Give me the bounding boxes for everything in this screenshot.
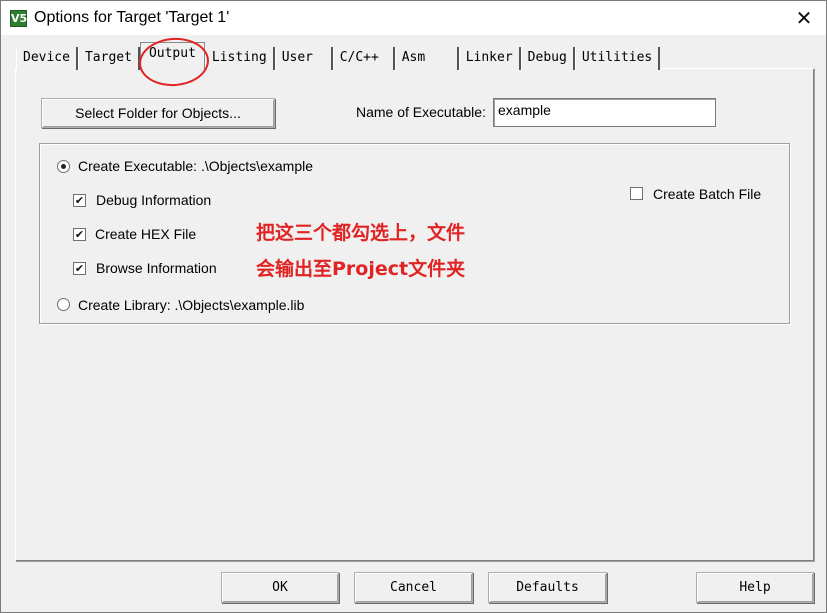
tab-output[interactable]: Output: [139, 42, 205, 70]
create-executable-label: Create Executable: .\Objects\example: [78, 158, 314, 174]
create-library-radio[interactable]: [57, 298, 70, 311]
ok-button[interactable]: OK: [221, 572, 339, 603]
debug-info-label: Debug Information: [96, 192, 212, 208]
tab-strip: Device Target Output Listing User C/C++ …: [16, 42, 661, 70]
annotation-text-line1: 把这三个都勾选上，文件: [256, 222, 466, 244]
cancel-button[interactable]: Cancel: [354, 572, 473, 603]
create-batch-label: Create Batch File: [653, 186, 762, 202]
tab-listing[interactable]: Listing: [204, 47, 275, 70]
tab-asm[interactable]: Asm: [394, 47, 459, 70]
tab-user[interactable]: User: [274, 47, 333, 70]
tab-target[interactable]: Target: [77, 47, 140, 70]
create-hex-checkbox[interactable]: ✔: [73, 228, 86, 241]
title-bar: V5 Options for Target 'Target 1' ✕: [1, 1, 826, 35]
name-executable-label: Name of Executable:: [356, 104, 486, 120]
select-folder-button[interactable]: Select Folder for Objects...: [41, 98, 275, 128]
create-hex-label: Create HEX File: [95, 226, 197, 242]
create-executable-radio[interactable]: [57, 160, 70, 173]
close-icon[interactable]: ✕: [790, 5, 818, 31]
options-dialog: V5 Options for Target 'Target 1' ✕ Devic…: [0, 0, 827, 613]
annotation-text-line2: 会输出至Project文件夹: [256, 258, 466, 280]
tab-device[interactable]: Device: [16, 47, 78, 70]
tab-debug[interactable]: Debug: [520, 47, 575, 70]
defaults-button[interactable]: Defaults: [488, 572, 607, 603]
create-batch-checkbox[interactable]: [630, 187, 643, 200]
name-executable-input[interactable]: example: [493, 98, 716, 127]
tab-utilities[interactable]: Utilities: [574, 47, 661, 70]
tab-cpp[interactable]: C/C++: [332, 47, 395, 70]
browse-info-label: Browse Information: [96, 260, 217, 276]
debug-info-checkbox[interactable]: ✔: [73, 194, 86, 207]
help-button[interactable]: Help: [696, 572, 814, 603]
tab-linker[interactable]: Linker: [458, 47, 521, 70]
browse-info-checkbox[interactable]: ✔: [73, 262, 86, 275]
keil-app-icon: V5: [10, 10, 28, 27]
create-library-label: Create Library: .\Objects\example.lib: [78, 297, 305, 313]
window-title: Options for Target 'Target 1': [34, 9, 230, 26]
